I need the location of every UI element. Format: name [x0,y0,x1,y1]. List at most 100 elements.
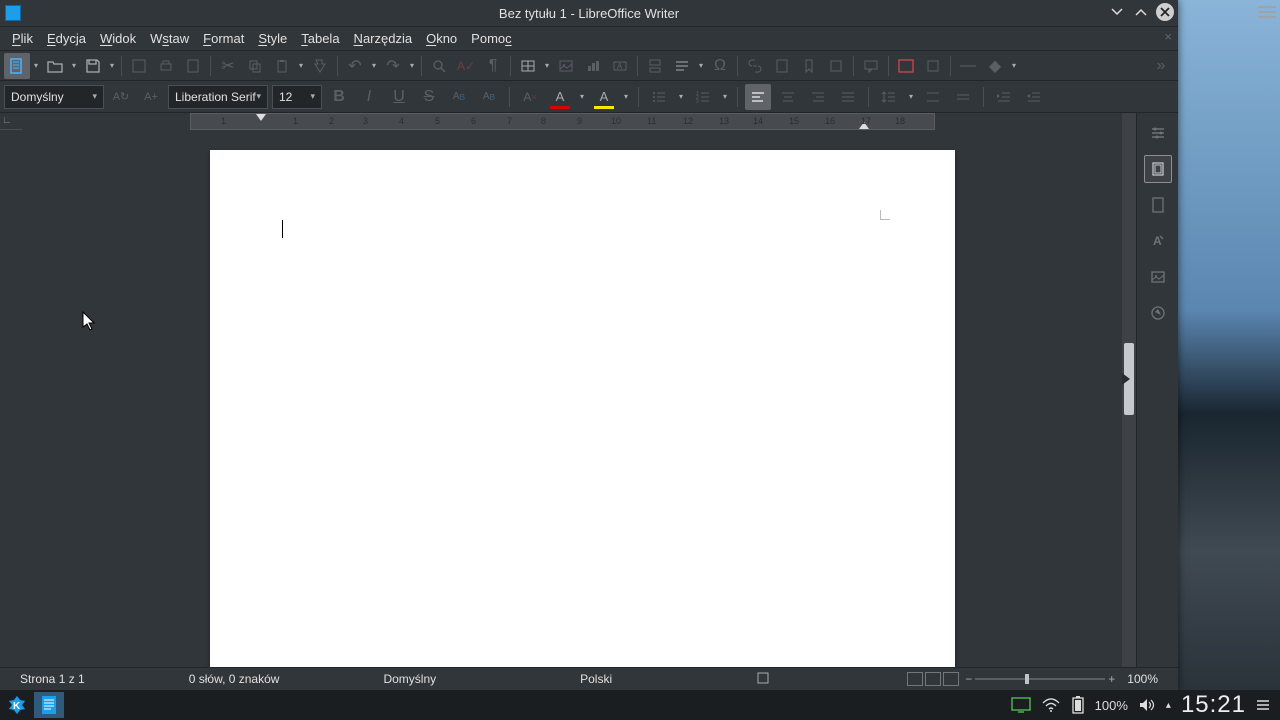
update-style-button[interactable]: A↻ [108,84,134,110]
align-right-button[interactable] [805,84,831,110]
bullet-list-dropdown[interactable]: ▾ [676,84,686,110]
status-style[interactable]: Domyślny [371,672,448,686]
menubar-close-icon[interactable]: × [1164,29,1172,44]
menu-okno[interactable]: Okno [420,29,463,48]
align-center-button[interactable] [775,84,801,110]
open-dropdown[interactable]: ▾ [69,53,79,79]
tray-display-icon[interactable] [1011,697,1031,713]
tray-battery-icon[interactable] [1071,695,1085,715]
status-words[interactable]: 0 słów, 0 znaków [177,672,292,686]
align-justify-button[interactable] [835,84,861,110]
line-spacing-button[interactable] [876,84,902,110]
line-button[interactable]: — [955,53,981,79]
font-size-select[interactable]: 12▾ [272,85,322,109]
sidebar-collapse-handle[interactable] [1122,373,1130,385]
tray-clock[interactable]: 15:21 [1181,691,1246,719]
insert-table-dropdown[interactable]: ▾ [542,53,552,79]
tray-menu-icon[interactable] [1256,698,1270,712]
sidebar-manage-icon[interactable] [1144,299,1172,327]
zoom-knob[interactable] [1025,674,1029,684]
page-viewport[interactable] [22,130,1122,667]
hyperlink-button[interactable] [742,53,768,79]
sidebar-styles-icon[interactable] [1144,191,1172,219]
page-break-button[interactable] [642,53,668,79]
view-multi-icon[interactable] [925,672,941,686]
number-list-dropdown[interactable]: ▾ [720,84,730,110]
sidebar-properties-icon[interactable] [1144,119,1172,147]
strikethrough-button[interactable]: S [416,84,442,110]
new-button[interactable] [4,53,30,79]
number-list-button[interactable]: 123 [690,84,716,110]
menu-style[interactable]: Style [252,29,293,48]
new-style-button[interactable]: A+ [138,84,164,110]
font-color-dropdown[interactable]: ▾ [577,84,587,110]
line-spacing-dropdown[interactable]: ▾ [906,84,916,110]
export-pdf-button[interactable] [126,53,152,79]
status-insert-mode[interactable] [744,671,782,688]
ruler-indent-marker[interactable] [256,114,266,121]
insert-field-button[interactable] [669,53,695,79]
paste-button[interactable] [269,53,295,79]
maximize-button[interactable] [1132,3,1150,21]
print-preview-button[interactable] [180,53,206,79]
status-lang[interactable]: Polski [568,672,624,686]
highlight-dropdown[interactable]: ▾ [621,84,631,110]
status-page[interactable]: Strona 1 z 1 [8,672,97,686]
align-left-button[interactable] [745,84,771,110]
underline-button[interactable]: U [386,84,412,110]
close-button[interactable] [1156,3,1174,21]
insert-textbox-button[interactable]: A [607,53,633,79]
highlight-button[interactable]: A [591,84,617,110]
tray-expand-icon[interactable]: ▴ [1166,700,1171,711]
app-launcher-button[interactable]: K [4,692,30,718]
menu-widok[interactable]: Widok [94,29,142,48]
undo-button[interactable]: ↶ [342,53,368,79]
redo-dropdown[interactable]: ▾ [407,53,417,79]
document-page[interactable] [210,150,955,667]
bold-button[interactable]: B [326,84,352,110]
clone-format-button[interactable] [307,53,333,79]
italic-button[interactable]: I [356,84,382,110]
menu-format[interactable]: Format [197,29,250,48]
view-single-icon[interactable] [907,672,923,686]
copy-button[interactable] [242,53,268,79]
toolbar-overflow-button[interactable]: » [1148,53,1174,79]
menu-tabela[interactable]: Tabela [295,29,345,48]
sidebar-page-icon[interactable] [1144,155,1172,183]
find-replace-button[interactable] [426,53,452,79]
view-mode-icons[interactable] [907,672,959,686]
tray-volume-icon[interactable] [1138,697,1156,713]
footnote-button[interactable] [769,53,795,79]
clear-formatting-button[interactable]: A× [517,84,543,110]
redo-button[interactable]: ↷ [380,53,406,79]
sidebar-navigator-icon[interactable] [1144,263,1172,291]
menu-wstaw[interactable]: Wstaw [144,29,195,48]
subscript-button[interactable]: AB [476,84,502,110]
sidebar-gallery-icon[interactable]: A [1144,227,1172,255]
status-zoom[interactable]: 100% [1115,672,1170,686]
indent-dec-button[interactable] [1021,84,1047,110]
undo-dropdown[interactable]: ▾ [369,53,379,79]
open-button[interactable] [42,53,68,79]
desktop-menu-icon[interactable] [1258,3,1276,21]
menu-pomoc[interactable]: Pomoc [465,29,517,48]
track-changes-show-button[interactable] [920,53,946,79]
bullet-list-button[interactable] [646,84,672,110]
indent-inc-button[interactable] [991,84,1017,110]
superscript-button[interactable]: AB [446,84,472,110]
tray-wifi-icon[interactable] [1041,697,1061,713]
formatting-marks-button[interactable]: ¶ [480,53,506,79]
print-button[interactable] [153,53,179,79]
cut-button[interactable]: ✂ [215,53,241,79]
font-color-button[interactable]: A [547,84,573,110]
minimize-button[interactable] [1108,3,1126,21]
save-button[interactable] [80,53,106,79]
horizontal-ruler[interactable]: 1123456789101112131415161718 [190,113,935,130]
vertical-scrollbar[interactable] [1122,113,1136,667]
comment-button[interactable] [858,53,884,79]
track-changes-button[interactable] [893,53,919,79]
menu-narzedzia[interactable]: Narzędzia [348,29,419,48]
taskbar-writer-icon[interactable] [34,692,64,718]
paste-dropdown[interactable]: ▾ [296,53,306,79]
spellcheck-button[interactable]: A✓ [453,53,479,79]
